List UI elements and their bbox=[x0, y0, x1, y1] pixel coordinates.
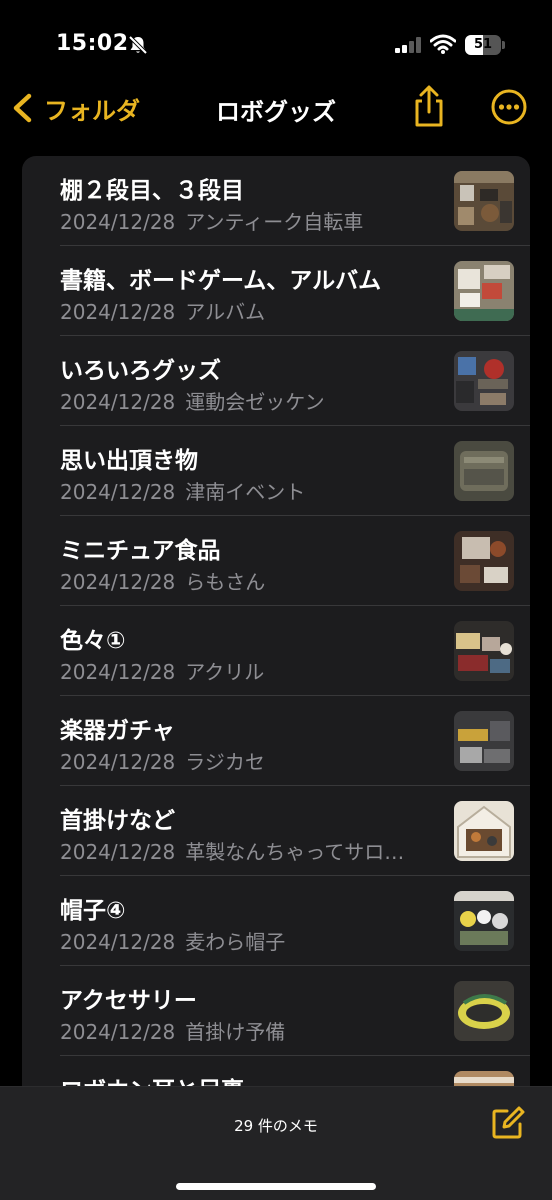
note-row[interactable]: 棚２段目、３段目 2024/12/28 アンティーク自転車 bbox=[22, 156, 530, 246]
battery-level: 51 bbox=[473, 37, 493, 52]
note-preview: 首掛け予備 bbox=[185, 1020, 286, 1044]
note-date: 2024/12/28 bbox=[60, 660, 176, 684]
note-thumbnail bbox=[454, 171, 514, 231]
note-date: 2024/12/28 bbox=[60, 210, 176, 234]
note-date: 2024/12/28 bbox=[60, 480, 176, 504]
note-subtitle: 2024/12/28 らもさん bbox=[60, 566, 442, 595]
note-thumbnail bbox=[454, 441, 514, 501]
note-title: 書籍、ボードゲーム、アルバム bbox=[60, 268, 382, 294]
note-subtitle: 2024/12/28 麦わら帽子 bbox=[60, 926, 442, 955]
note-title: アクセサリー bbox=[60, 988, 197, 1014]
note-preview: 津南イベント bbox=[185, 480, 306, 504]
note-thumbnail bbox=[454, 801, 514, 861]
home-indicator bbox=[176, 1183, 376, 1190]
note-title: 棚２段目、３段目 bbox=[60, 178, 244, 204]
navigation-bar: フォルダ ロボグッズ bbox=[0, 80, 552, 138]
note-preview: アルバム bbox=[185, 300, 266, 324]
note-preview: 麦わら帽子 bbox=[185, 930, 286, 954]
status-time: 15:02 bbox=[56, 31, 129, 56]
status-bar: 15:02 51 bbox=[0, 0, 552, 80]
note-row[interactable]: 帽子④ 2024/12/28 麦わら帽子 bbox=[22, 876, 530, 966]
note-subtitle: 2024/12/28 革製なんちゃってサロ… bbox=[60, 836, 442, 865]
note-row[interactable]: 色々① 2024/12/28 アクリル bbox=[22, 606, 530, 696]
note-date: 2024/12/28 bbox=[60, 840, 176, 864]
note-title: 帽子④ bbox=[60, 898, 126, 924]
bell-slash-icon bbox=[128, 35, 148, 55]
note-subtitle: 2024/12/28 津南イベント bbox=[60, 476, 442, 505]
note-preview: アンティーク自転車 bbox=[185, 210, 364, 234]
note-count: 29 件のメモ bbox=[234, 1117, 318, 1135]
compose-icon[interactable] bbox=[490, 1105, 526, 1141]
note-date: 2024/12/28 bbox=[60, 1020, 176, 1044]
note-date: 2024/12/28 bbox=[60, 930, 176, 954]
note-date: 2024/12/28 bbox=[60, 750, 176, 774]
note-title: 首掛けなど bbox=[60, 808, 175, 834]
note-title: 色々① bbox=[60, 628, 126, 654]
note-thumbnail bbox=[454, 531, 514, 591]
note-row[interactable]: 楽器ガチャ 2024/12/28 ラジカセ bbox=[22, 696, 530, 786]
cellular-signal-icon bbox=[395, 37, 421, 53]
note-row[interactable]: 書籍、ボードゲーム、アルバム 2024/12/28 アルバム bbox=[22, 246, 530, 336]
note-thumbnail bbox=[454, 621, 514, 681]
note-preview: らもさん bbox=[185, 570, 266, 594]
note-preview: アクリル bbox=[185, 660, 265, 684]
note-subtitle: 2024/12/28 運動会ゼッケン bbox=[60, 386, 442, 415]
note-preview: 運動会ゼッケン bbox=[185, 390, 325, 414]
note-thumbnail bbox=[454, 981, 514, 1041]
note-subtitle: 2024/12/28 ラジカセ bbox=[60, 746, 442, 775]
note-subtitle: 2024/12/28 首掛け予備 bbox=[60, 1016, 442, 1045]
note-date: 2024/12/28 bbox=[60, 300, 176, 324]
ellipsis-circle-icon[interactable] bbox=[490, 88, 528, 126]
note-date: 2024/12/28 bbox=[60, 390, 176, 414]
note-thumbnail bbox=[454, 711, 514, 771]
note-row[interactable]: いろいろグッズ 2024/12/28 運動会ゼッケン bbox=[22, 336, 530, 426]
wifi-icon bbox=[430, 34, 456, 54]
share-icon[interactable] bbox=[410, 84, 448, 128]
note-title: 楽器ガチャ bbox=[60, 718, 175, 744]
note-title: ミニチュア食品 bbox=[60, 538, 221, 564]
battery-icon: 51 bbox=[465, 35, 505, 55]
note-title: いろいろグッズ bbox=[60, 358, 221, 384]
note-date: 2024/12/28 bbox=[60, 570, 176, 594]
note-thumbnail bbox=[454, 891, 514, 951]
note-row[interactable]: 思い出頂き物 2024/12/28 津南イベント bbox=[22, 426, 530, 516]
note-row[interactable]: ミニチュア食品 2024/12/28 らもさん bbox=[22, 516, 530, 606]
note-title: 思い出頂き物 bbox=[60, 448, 198, 474]
note-preview: 革製なんちゃってサロ… bbox=[185, 840, 405, 864]
notes-list: 棚２段目、３段目 2024/12/28 アンティーク自転車 書籍、ボードゲーム、ア… bbox=[22, 156, 530, 1156]
note-subtitle: 2024/12/28 アクリル bbox=[60, 656, 442, 685]
note-row[interactable]: アクセサリー 2024/12/28 首掛け予備 bbox=[22, 966, 530, 1056]
notes-screen: 15:02 51 フォルダ ロボグッズ 棚２段目、３段目 2024/12/28 … bbox=[0, 0, 552, 1200]
note-preview: ラジカセ bbox=[185, 750, 265, 774]
note-subtitle: 2024/12/28 アルバム bbox=[60, 296, 442, 325]
note-row[interactable]: 首掛けなど 2024/12/28 革製なんちゃってサロ… bbox=[22, 786, 530, 876]
bottom-toolbar: 29 件のメモ bbox=[0, 1086, 552, 1200]
note-thumbnail bbox=[454, 351, 514, 411]
folder-title: ロボグッズ bbox=[216, 98, 336, 126]
note-thumbnail bbox=[454, 261, 514, 321]
note-subtitle: 2024/12/28 アンティーク自転車 bbox=[60, 206, 442, 235]
